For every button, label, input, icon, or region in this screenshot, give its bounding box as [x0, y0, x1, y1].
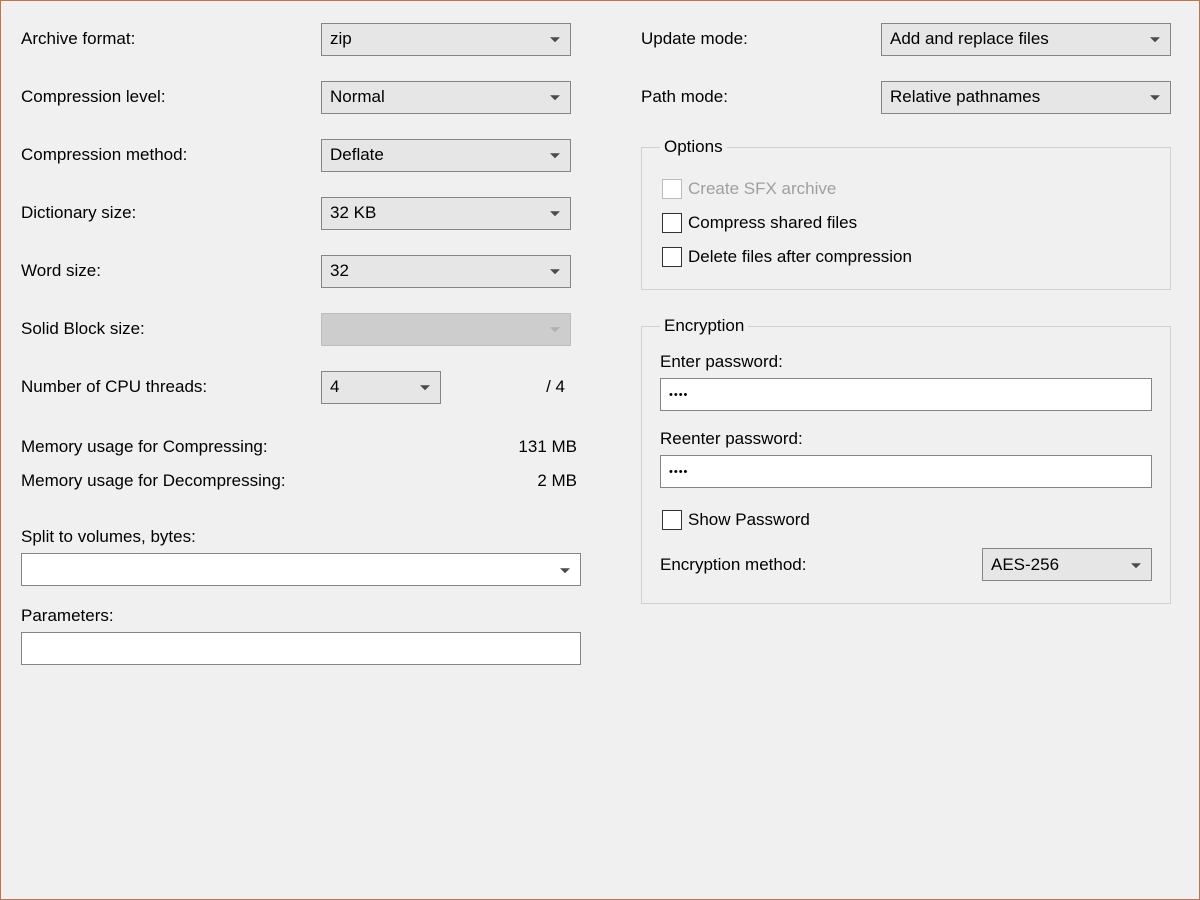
dictionary-size-label: Dictionary size:	[21, 203, 321, 223]
path-mode-select[interactable]: Relative pathnames	[881, 81, 1171, 114]
cpu-threads-label: Number of CPU threads:	[21, 377, 321, 397]
encryption-group: Encryption Enter password: •••• Reenter …	[641, 316, 1171, 604]
chevron-down-icon	[420, 385, 430, 390]
chevron-down-icon	[550, 269, 560, 274]
parameters-input[interactable]	[21, 632, 581, 665]
checkbox-icon	[662, 179, 682, 199]
mem-decompress-value: 2 MB	[537, 471, 577, 491]
parameters-label: Parameters:	[21, 606, 581, 626]
compression-level-select[interactable]: Normal	[321, 81, 571, 114]
checkbox-create-sfx: Create SFX archive	[662, 179, 1150, 199]
checkbox-icon	[662, 213, 682, 233]
checkbox-icon	[662, 247, 682, 267]
solid-block-size-label: Solid Block size:	[21, 319, 321, 339]
row-solid-block-size: Solid Block size:	[21, 311, 581, 347]
row-path-mode: Path mode: Relative pathnames	[641, 79, 1171, 115]
update-mode-value: Add and replace files	[890, 29, 1049, 49]
update-mode-select[interactable]: Add and replace files	[881, 23, 1171, 56]
options-group: Options Create SFX archive Compress shar…	[641, 137, 1171, 290]
right-column: Update mode: Add and replace files Path …	[641, 21, 1171, 879]
word-size-label: Word size:	[21, 261, 321, 281]
row-mem-decompress: Memory usage for Decompressing: 2 MB	[21, 471, 581, 491]
cpu-threads-value: 4	[330, 377, 339, 397]
encryption-method-label: Encryption method:	[660, 555, 806, 575]
show-password-label: Show Password	[688, 510, 810, 530]
enter-password-input[interactable]: ••••	[660, 378, 1152, 411]
compression-level-label: Compression level:	[21, 87, 321, 107]
row-archive-format: Archive format: zip	[21, 21, 581, 57]
cpu-threads-wrap: 4 / 4	[321, 371, 571, 404]
chevron-down-icon	[1131, 563, 1141, 568]
encryption-method-select[interactable]: AES-256	[982, 548, 1152, 581]
archive-format-label: Archive format:	[21, 29, 321, 49]
solid-block-size-select	[321, 313, 571, 346]
path-mode-label: Path mode:	[641, 87, 881, 107]
chevron-down-icon	[1150, 37, 1160, 42]
mem-compress-label: Memory usage for Compressing:	[21, 437, 268, 457]
checkbox-icon	[662, 510, 682, 530]
chevron-down-icon	[550, 37, 560, 42]
left-column: Archive format: zip Compression level: N…	[21, 21, 581, 879]
word-size-select[interactable]: 32	[321, 255, 571, 288]
chevron-down-icon	[560, 568, 570, 573]
delete-after-label: Delete files after compression	[688, 247, 912, 267]
row-mem-compress: Memory usage for Compressing: 131 MB	[21, 437, 581, 457]
chevron-down-icon	[1150, 95, 1160, 100]
split-volumes-label: Split to volumes, bytes:	[21, 527, 581, 547]
row-encryption-method: Encryption method: AES-256	[660, 548, 1152, 581]
path-mode-value: Relative pathnames	[890, 87, 1040, 107]
mem-decompress-label: Memory usage for Decompressing:	[21, 471, 286, 491]
dictionary-size-value: 32 KB	[330, 203, 376, 223]
archive-format-select[interactable]: zip	[321, 23, 571, 56]
compression-method-select[interactable]: Deflate	[321, 139, 571, 172]
compression-method-value: Deflate	[330, 145, 384, 165]
add-to-archive-dialog: Archive format: zip Compression level: N…	[0, 0, 1200, 900]
row-update-mode: Update mode: Add and replace files	[641, 21, 1171, 57]
row-compression-level: Compression level: Normal	[21, 79, 581, 115]
split-volumes-combo[interactable]	[21, 553, 581, 586]
enter-password-label: Enter password:	[660, 352, 1152, 372]
checkbox-show-password[interactable]: Show Password	[662, 510, 1150, 530]
row-cpu-threads: Number of CPU threads: 4 / 4	[21, 369, 581, 405]
cpu-threads-select[interactable]: 4	[321, 371, 441, 404]
checkbox-compress-shared[interactable]: Compress shared files	[662, 213, 1150, 233]
chevron-down-icon	[550, 95, 560, 100]
update-mode-label: Update mode:	[641, 29, 881, 49]
compression-level-value: Normal	[330, 87, 385, 107]
encryption-method-value: AES-256	[991, 555, 1059, 575]
row-dictionary-size: Dictionary size: 32 KB	[21, 195, 581, 231]
chevron-down-icon	[550, 327, 560, 332]
checkbox-delete-after[interactable]: Delete files after compression	[662, 247, 1150, 267]
compression-method-label: Compression method:	[21, 145, 321, 165]
options-legend: Options	[660, 137, 727, 157]
create-sfx-label: Create SFX archive	[688, 179, 836, 199]
encryption-legend: Encryption	[660, 316, 748, 336]
row-compression-method: Compression method: Deflate	[21, 137, 581, 173]
compress-shared-label: Compress shared files	[688, 213, 857, 233]
chevron-down-icon	[550, 153, 560, 158]
reenter-password-value: ••••	[669, 466, 688, 478]
mem-compress-value: 131 MB	[518, 437, 577, 457]
enter-password-value: ••••	[669, 389, 688, 401]
reenter-password-label: Reenter password:	[660, 429, 1152, 449]
reenter-password-input[interactable]: ••••	[660, 455, 1152, 488]
cpu-threads-total: / 4	[546, 377, 571, 397]
word-size-value: 32	[330, 261, 349, 281]
dictionary-size-select[interactable]: 32 KB	[321, 197, 571, 230]
chevron-down-icon	[550, 211, 560, 216]
row-word-size: Word size: 32	[21, 253, 581, 289]
archive-format-value: zip	[330, 29, 352, 49]
